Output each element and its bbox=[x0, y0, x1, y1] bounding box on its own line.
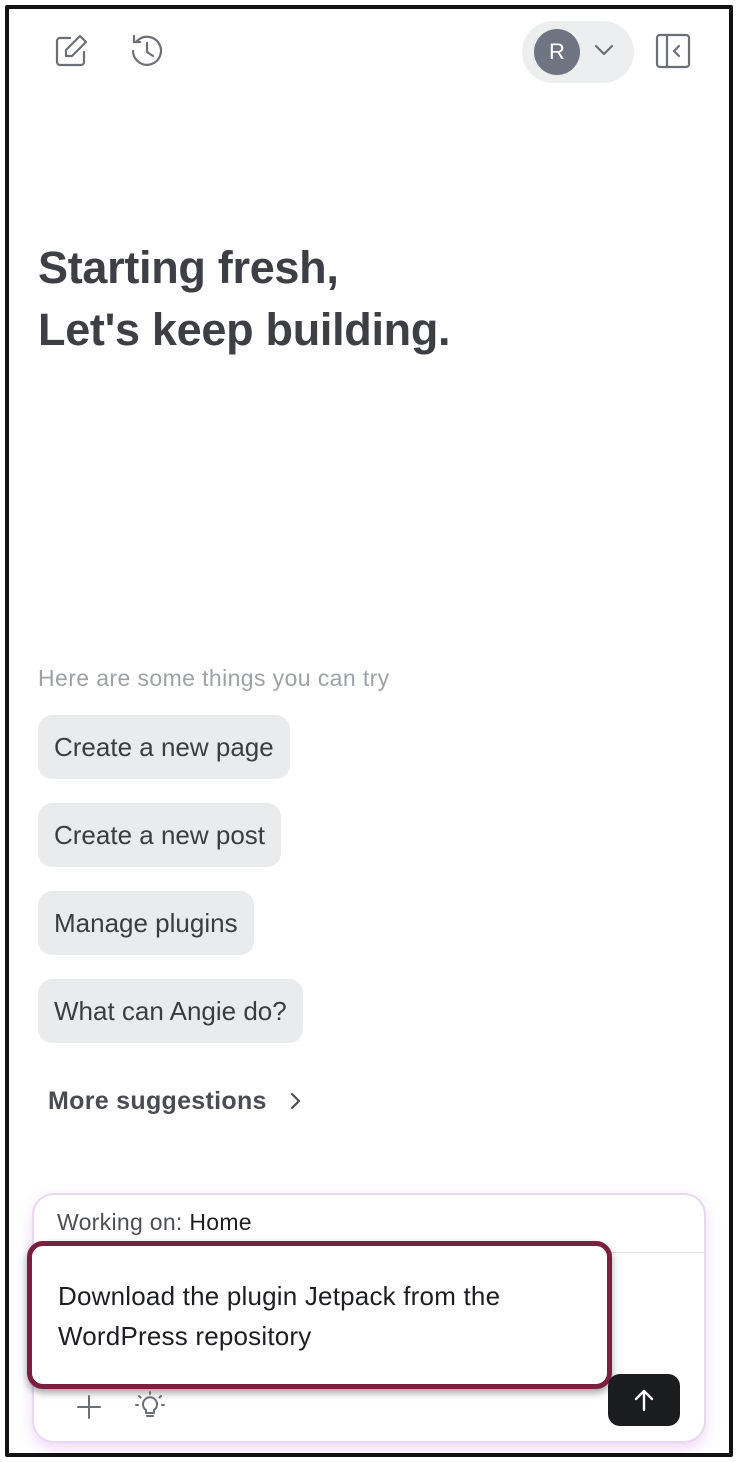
history-button[interactable] bbox=[124, 29, 168, 73]
suggestions-label: Here are some things you can try bbox=[38, 665, 390, 691]
send-button[interactable] bbox=[608, 1374, 680, 1426]
avatar: R bbox=[534, 29, 580, 75]
more-suggestions-label: More suggestions bbox=[48, 1086, 267, 1115]
suggestion-what-can-angie-do[interactable]: What can Angie do? bbox=[38, 979, 303, 1043]
new-chat-button[interactable] bbox=[49, 29, 93, 73]
working-on-label: Working on: bbox=[57, 1209, 183, 1235]
more-suggestions-link[interactable]: More suggestions bbox=[48, 1081, 303, 1121]
chevron-right-icon bbox=[290, 1092, 300, 1110]
app-window: R Starting fresh, Let's keep building. H… bbox=[5, 5, 733, 1457]
edit-icon bbox=[55, 34, 88, 67]
lightbulb-icon bbox=[135, 1391, 165, 1417]
arrow-up-icon bbox=[634, 1389, 654, 1412]
add-attachment-button[interactable] bbox=[69, 1387, 109, 1427]
chevron-down-icon bbox=[592, 38, 616, 67]
working-on-context: Working on: Home bbox=[57, 1209, 252, 1236]
plus-icon bbox=[77, 1395, 101, 1419]
history-icon bbox=[131, 34, 163, 66]
ideas-button[interactable] bbox=[129, 1385, 171, 1427]
user-menu[interactable]: R bbox=[522, 21, 634, 83]
suggestion-create-page[interactable]: Create a new page bbox=[38, 715, 290, 779]
title-line-2: Let's keep building. bbox=[38, 304, 451, 355]
collapse-panel-button[interactable] bbox=[651, 29, 695, 73]
suggestion-create-post[interactable]: Create a new post bbox=[38, 803, 282, 867]
prompt-text[interactable]: Download the plugin Jetpack from the Wor… bbox=[58, 1276, 581, 1356]
page-title: Starting fresh, Let's keep building. bbox=[38, 237, 451, 361]
title-line-1: Starting fresh, bbox=[38, 242, 339, 293]
suggestion-manage-plugins[interactable]: Manage plugins bbox=[38, 891, 254, 955]
top-bar: R bbox=[9, 9, 729, 99]
prompt-input[interactable]: Download the plugin Jetpack from the Wor… bbox=[27, 1241, 612, 1389]
sidebar-collapse-icon bbox=[655, 33, 691, 69]
working-on-value[interactable]: Home bbox=[189, 1209, 252, 1235]
